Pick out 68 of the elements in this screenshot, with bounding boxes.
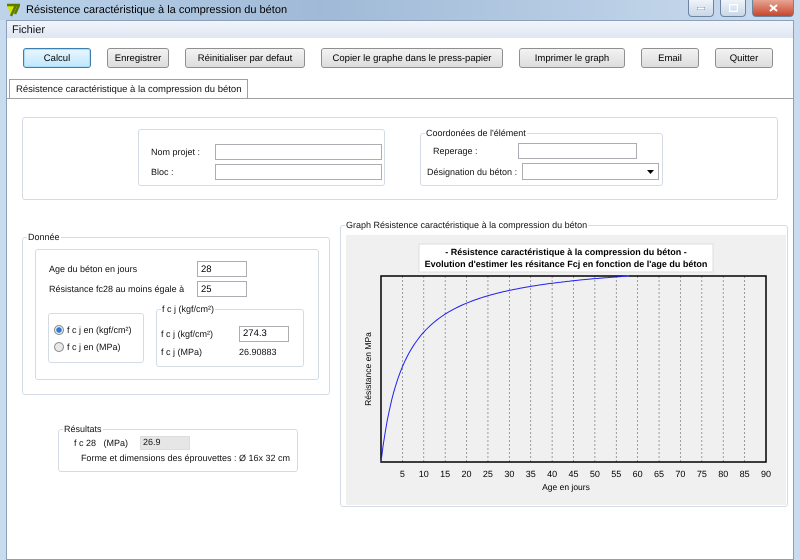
field-label: f c 28 (MPa) [74, 438, 128, 448]
chart-title: Evolution d'estimer les résitance Fcj en fonction de l'age du béton [424, 259, 708, 269]
tick-label: 65 [654, 469, 664, 479]
minimize-icon [697, 6, 705, 10]
value-text: 26.90883 [239, 346, 278, 356]
field-label: Désignation du béton : [427, 166, 518, 176]
axis-label: Age en jours [542, 482, 590, 492]
tick-label: 75 [696, 469, 707, 479]
minimize-button[interactable] [688, 0, 714, 17]
tick-label: 90 [761, 469, 771, 479]
caret-icon [647, 170, 654, 174]
tick-label: 70 [675, 469, 686, 479]
input-field[interactable]: 28 [197, 261, 247, 277]
input-field[interactable] [518, 143, 637, 159]
tick-label: 35 [526, 469, 536, 479]
toolbar-button[interactable]: Réinitialiser par defaut [185, 48, 305, 68]
group-legend: Donnée [27, 231, 61, 243]
radio-button[interactable] [54, 324, 64, 334]
app-icon [6, 3, 20, 17]
toolbar-button[interactable]: Calcul [23, 48, 91, 68]
group-legend: Résultats [63, 423, 103, 435]
toolbar-button[interactable]: Enregistrer [107, 48, 169, 68]
tick-label: 20 [462, 469, 472, 479]
dropdown[interactable] [522, 163, 659, 180]
toolbar-button[interactable]: Quitter [715, 48, 773, 68]
field-label: Résistance fc28 au moins égale à [49, 284, 186, 294]
tick-label: 45 [568, 469, 578, 479]
tick-label: 15 [440, 469, 450, 479]
toolbar-button[interactable]: Copier le graphe dans le press-papier [321, 48, 503, 68]
group-legend: f c j (kgf/cm²) [161, 303, 215, 315]
tick-label: 30 [504, 469, 514, 479]
tick-label: 60 [632, 469, 643, 479]
close-icon [768, 4, 778, 12]
group-legend: Graph Résistence caractéristique à la compression du béton [345, 219, 588, 231]
close-button[interactable] [752, 0, 794, 17]
tab[interactable]: Résistence caractéristique à la compression du béton [9, 79, 248, 98]
specimen-text: Forme et dimensions des éprouvettes : Ø 16x 32 cm [80, 453, 290, 463]
input-field[interactable] [215, 144, 382, 160]
tick-label: 80 [718, 469, 728, 479]
field-label: f c j (MPa) [161, 346, 204, 356]
radio-button[interactable] [54, 342, 64, 352]
tick-label: 10 [418, 469, 429, 479]
input-field[interactable] [215, 164, 382, 180]
radio-label: f c j en (kgf/cm²) [67, 324, 132, 334]
field-label: Nom projet : [151, 147, 202, 157]
tick-label: 55 [611, 469, 622, 479]
maximize-icon [728, 4, 738, 12]
axis-label: Résistance en MPa [363, 332, 373, 406]
tick-label: 5 [400, 469, 405, 479]
radio-label: f c j en (MPa) [67, 342, 121, 352]
toolbar-button[interactable]: Email [641, 48, 699, 68]
tick-label: 25 [482, 469, 493, 479]
field-label: Age du béton en jours [49, 264, 138, 274]
chart-title: - Résistence caractéristique à la compression du béton - [445, 247, 687, 257]
tick-label: 50 [590, 469, 600, 479]
field-label: f c j (kgf/cm²) [161, 328, 214, 338]
menu-item[interactable]: Fichier [9, 24, 48, 36]
toolbar-button[interactable]: Imprimer le graph [519, 48, 625, 68]
result-field: 26.9 [140, 436, 190, 450]
field-label: Bloc : [151, 167, 175, 177]
window-title: Résistence caractéristique à la compression du béton [26, 4, 288, 16]
input-field[interactable]: 25 [197, 281, 247, 297]
input-field[interactable]: 274.3 [239, 326, 289, 342]
maximize-button[interactable] [720, 0, 746, 17]
group-legend: Coordonées de l'élément [425, 127, 527, 139]
tick-label: 85 [740, 469, 750, 479]
tick-label: 40 [547, 469, 558, 479]
field-label: Reperage : [432, 146, 479, 156]
